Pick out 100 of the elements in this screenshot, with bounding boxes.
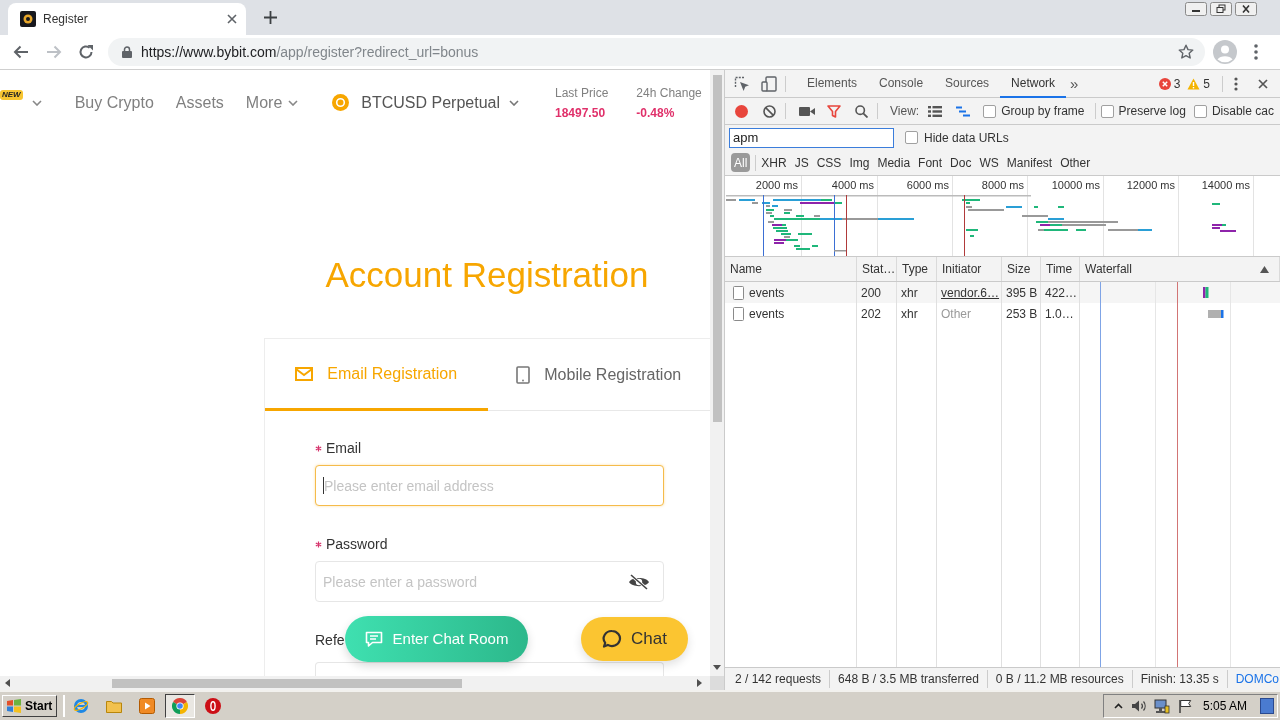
record-icon[interactable]: [735, 104, 748, 118]
taskbar-button[interactable]: [165, 694, 196, 718]
chat-button[interactable]: Chat: [581, 617, 688, 661]
vertical-scrollbar[interactable]: [710, 70, 724, 676]
checkbox[interactable]: [983, 104, 997, 118]
column-header[interactable]: Name: [730, 260, 762, 278]
type-filter[interactable]: XHR: [757, 153, 791, 172]
restore-icon[interactable]: [1210, 2, 1232, 16]
filter-field[interactable]: apm: [729, 127, 894, 148]
tick-label: 8000 ms: [981, 179, 1024, 192]
browser-tab[interactable]: Register: [8, 3, 246, 35]
field-label: Password: [326, 534, 388, 554]
speech-bubble-icon: [602, 629, 623, 649]
scrollbar-thumb[interactable]: [112, 678, 462, 688]
chevron-up-icon[interactable]: [1113, 703, 1123, 709]
close-icon[interactable]: [227, 14, 237, 24]
kebab-menu-icon[interactable]: [1234, 76, 1238, 91]
input-field[interactable]: Please enter a password: [315, 561, 664, 602]
eye-slash-icon[interactable]: [628, 573, 650, 590]
speaker-icon[interactable]: [1130, 699, 1147, 713]
checkbox-label: Disable cac: [1211, 103, 1274, 120]
request-name[interactable]: events: [749, 304, 785, 323]
error-icon: [1158, 77, 1171, 90]
new-badge: NEW: [0, 90, 23, 100]
list-view-icon[interactable]: [928, 105, 943, 117]
back-arrow-icon[interactable]: [13, 45, 29, 59]
address-field[interactable]: https://www.bybit.com/app/register?redirect_url=bonus: [108, 38, 1205, 66]
column-header[interactable]: Initiator: [942, 260, 982, 278]
initiator-link[interactable]: vendor.6…: [941, 283, 1000, 302]
column-header[interactable]: Waterfall: [1085, 260, 1132, 278]
request-name[interactable]: events: [749, 283, 785, 302]
lock-icon: [122, 46, 132, 58]
table-cell-text: 253 B: [1006, 305, 1038, 323]
kebab-menu-icon[interactable]: [1254, 44, 1258, 60]
stat-label: Last Price: [555, 85, 609, 100]
type-filter[interactable]: CSS: [812, 153, 846, 172]
waterfall-view-icon[interactable]: [956, 105, 971, 117]
checkbox-label: Group by frame: [1001, 103, 1085, 120]
plus-icon[interactable]: [264, 11, 277, 24]
text-cursor-icon: [323, 477, 324, 494]
nav-link[interactable]: Assets: [175, 90, 224, 115]
inspect-element-icon[interactable]: [734, 75, 750, 92]
type-filter[interactable]: Doc: [946, 153, 976, 172]
type-filter[interactable]: Font: [914, 153, 947, 172]
nav-link[interactable]: Buy Crypto: [74, 90, 154, 115]
network-icon[interactable]: [1153, 698, 1170, 714]
globe-icon: [73, 698, 90, 714]
type-filter[interactable]: WS: [975, 153, 1003, 172]
stat-value: -0.48%: [636, 105, 676, 120]
video-camera-icon[interactable]: [799, 105, 815, 117]
start-button[interactable]: Start: [2, 695, 58, 717]
field-label: Refe: [315, 630, 345, 650]
devtools-tab[interactable]: Sources: [934, 70, 1001, 98]
type-filter[interactable]: JS: [790, 153, 813, 172]
devtools-tab[interactable]: Elements: [796, 70, 869, 98]
column-header[interactable]: Size: [1007, 260, 1031, 278]
stat-value: 18497.50: [555, 105, 607, 120]
type-filter[interactable]: Media: [873, 153, 915, 172]
scroll-left-arrow-icon[interactable]: [5, 679, 10, 687]
checkbox[interactable]: [1193, 104, 1207, 118]
start-flag-icon: [6, 699, 22, 713]
nav-link[interactable]: More: [245, 90, 299, 115]
tick-label: 2000 ms: [755, 179, 798, 192]
table-cell-text: 395 B: [1006, 284, 1038, 302]
scroll-right-arrow-icon[interactable]: [697, 679, 702, 687]
type-filter[interactable]: Manifest: [1002, 153, 1057, 172]
input-field[interactable]: [315, 662, 664, 676]
search-icon[interactable]: [855, 104, 868, 118]
column-header[interactable]: Type: [902, 260, 928, 278]
minimize-icon[interactable]: [1185, 2, 1207, 16]
checkbox[interactable]: [905, 131, 918, 144]
text-input[interactable]: Please enter a password: [316, 562, 620, 601]
scroll-down-arrow-icon[interactable]: [713, 665, 721, 670]
device-toggle-icon[interactable]: [761, 75, 777, 92]
scrollbar-thumb[interactable]: [712, 75, 722, 422]
checkbox[interactable]: [1100, 104, 1114, 118]
clear-icon[interactable]: [763, 104, 776, 118]
envelope-icon: [295, 366, 314, 381]
horizontal-scrollbar[interactable]: [0, 676, 710, 690]
market-selector[interactable]: BTCUSD Perpetual: [332, 90, 519, 115]
play-icon: [139, 698, 156, 714]
clock: 5:05 AM: [1202, 698, 1247, 715]
coin-icon: [332, 94, 350, 111]
column-header[interactable]: Time: [1046, 260, 1073, 278]
close-icon[interactable]: [1258, 78, 1268, 89]
sort-ascending-icon[interactable]: [1260, 265, 1269, 273]
type-filter[interactable]: Img: [845, 153, 874, 172]
star-icon[interactable]: [1178, 44, 1194, 60]
status-text: Finish: 13.35 s: [1132, 670, 1228, 688]
status-text: DOMCo: [1234, 671, 1280, 688]
flag-icon[interactable]: [1177, 698, 1192, 714]
more-tabs-button[interactable]: »: [1070, 76, 1079, 91]
devtools-tab[interactable]: Console: [868, 70, 935, 98]
wheel-icon: [172, 698, 189, 714]
chevron-down-icon[interactable]: [31, 99, 42, 106]
close-icon[interactable]: [1235, 2, 1257, 16]
type-filter[interactable]: Other: [1056, 153, 1095, 172]
reload-icon[interactable]: [78, 44, 94, 60]
filter-icon[interactable]: [827, 104, 841, 118]
column-header[interactable]: Stat…: [862, 260, 896, 278]
